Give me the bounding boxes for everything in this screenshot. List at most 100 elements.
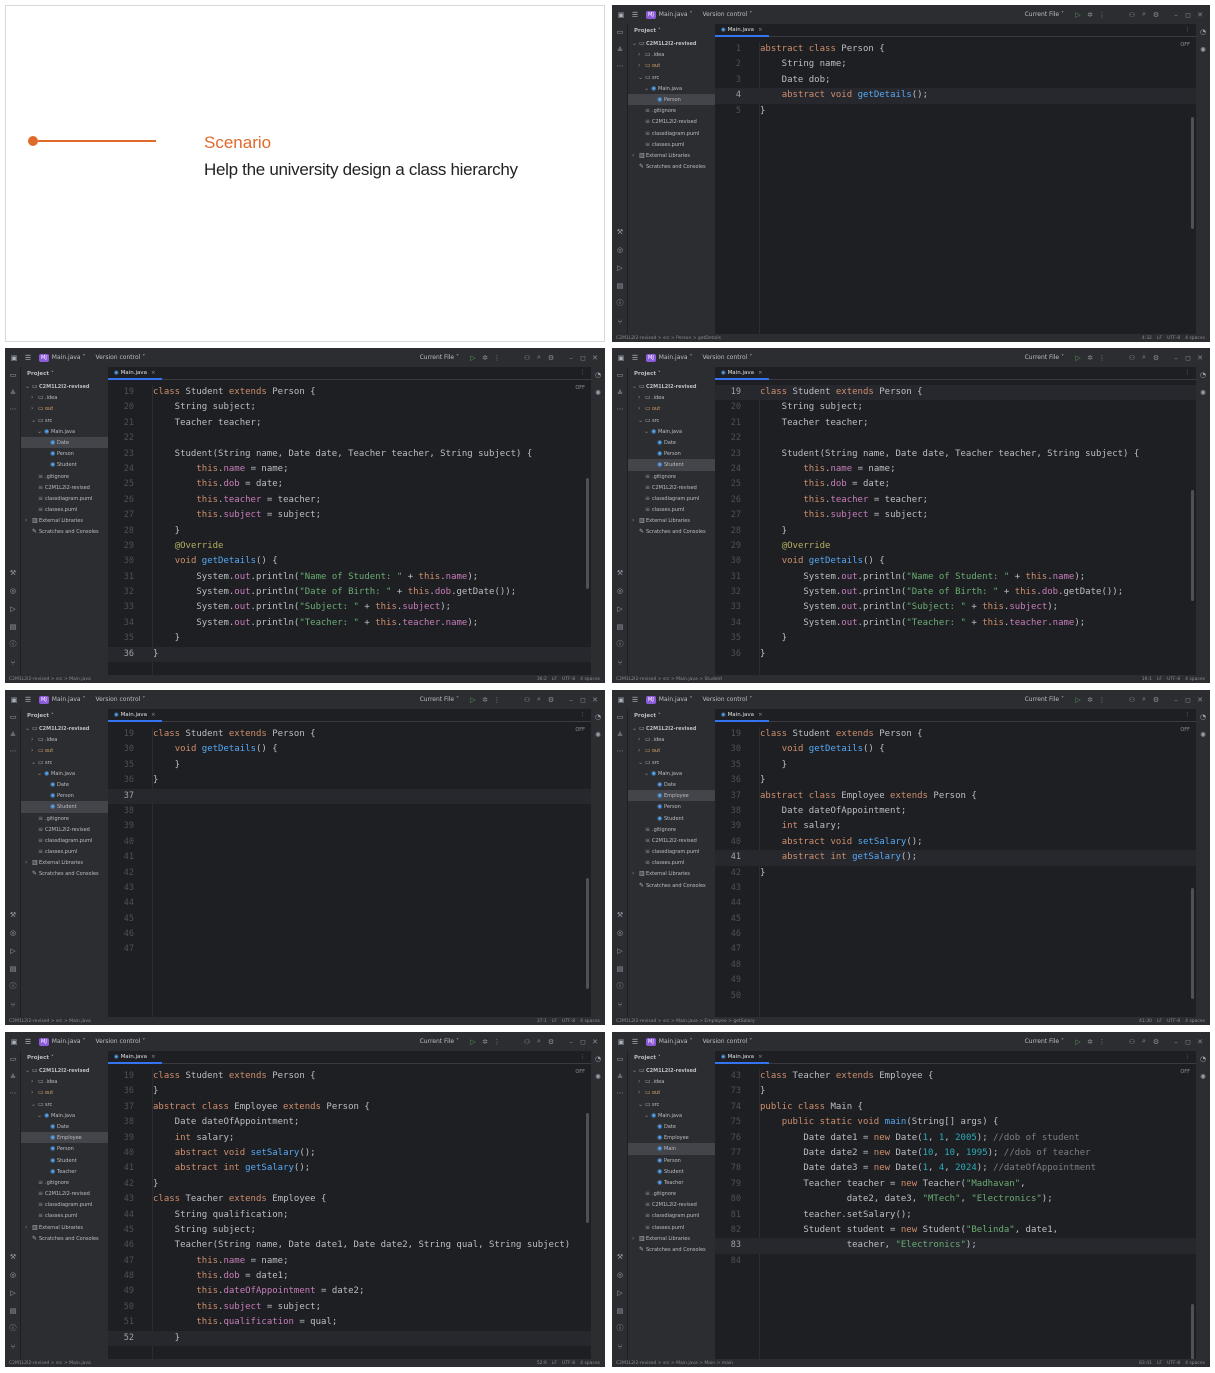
caret-position[interactable]: 41:30 <box>1139 1019 1152 1024</box>
tree-item[interactable]: › ▥External Libraries <box>628 868 715 879</box>
minimize-icon[interactable]: – <box>565 1038 577 1046</box>
code-line[interactable]: 24 this.name = name; <box>715 462 1196 477</box>
tree-item[interactable]: ≡ classes.puml <box>21 504 108 515</box>
profile-icon[interactable]: ⚇ <box>521 696 533 704</box>
code-line[interactable]: 45 <box>715 912 1196 927</box>
code-line[interactable]: 38 Date dateOfAppointment; <box>715 804 1196 819</box>
tree-item[interactable]: ◉ Date <box>628 437 715 448</box>
indent-setting[interactable]: 4 spaces <box>1185 677 1205 682</box>
code-line[interactable]: 48 this.dob = date1; <box>108 1269 591 1284</box>
plugins-icon[interactable]: ◎ <box>5 1271 21 1279</box>
chevron-right-icon[interactable]: › <box>31 1087 38 1098</box>
main-menu-icon[interactable]: ☰ <box>630 1038 640 1046</box>
more-tools-icon[interactable]: ⋯ <box>612 405 628 413</box>
tab-close-icon[interactable]: × <box>151 712 156 718</box>
code-line[interactable]: 1 abstract class Person { <box>715 42 1196 57</box>
main-menu-icon[interactable]: ☰ <box>23 354 33 362</box>
tree-item[interactable]: ◉ Student <box>21 459 108 470</box>
tree-item[interactable]: ◉ Student <box>628 1166 715 1177</box>
tree-item[interactable]: ⌄ ▭C2M1L2I2-revised <box>628 38 715 49</box>
plugins-icon[interactable]: ◎ <box>612 929 628 937</box>
tab-more-icon[interactable]: ⋮ <box>1185 712 1191 718</box>
tab-main-java[interactable]: ◉ Main.java × <box>108 367 162 380</box>
code-line[interactable]: 77 Date date2 = new Date(10, 10, 1995); … <box>715 1146 1196 1161</box>
tree-item[interactable]: ⌄ ▭src <box>21 415 108 426</box>
tree-item[interactable]: ≡ .gitignore <box>628 824 715 835</box>
plugins-icon[interactable]: ◎ <box>612 246 628 254</box>
minimize-icon[interactable]: – <box>565 354 577 362</box>
run-config-selector[interactable]: Current File ˅ <box>1025 354 1064 361</box>
code-line[interactable]: 42} <box>108 1177 591 1192</box>
tree-item[interactable]: ◉ Date <box>628 779 715 790</box>
tree-item[interactable]: › ▥External Libraries <box>628 150 715 161</box>
code-line[interactable]: 40 <box>108 835 591 850</box>
breadcrumb[interactable]: C2M1L2I2-revised > src > Main.java <box>9 677 91 682</box>
minimize-icon[interactable]: – <box>1170 696 1182 704</box>
structure-icon[interactable]: ≗ <box>5 731 21 739</box>
problems-icon[interactable]: ⓘ <box>5 981 21 991</box>
settings-gear-icon[interactable]: ⚙ <box>1150 696 1162 704</box>
indent-setting[interactable]: 4 spaces <box>1185 1361 1205 1366</box>
chevron-down-icon[interactable]: ⌄ <box>644 1110 651 1121</box>
chevron-down-icon[interactable]: ⌄ <box>644 83 651 94</box>
tree-item[interactable]: ⌄ ▭src <box>21 1099 108 1110</box>
folder-icon[interactable]: ▭ <box>5 1055 21 1063</box>
project-badge[interactable]: MJ <box>646 1037 656 1046</box>
code-line[interactable]: 43 class Teacher extends Employee { <box>108 1192 591 1207</box>
chevron-right-icon[interactable]: › <box>25 1222 32 1233</box>
run-tool-icon[interactable]: ▷ <box>5 1289 21 1297</box>
tree-item[interactable]: ≡ .gitignore <box>628 471 715 482</box>
ai-assistant-icon[interactable]: ✺ <box>591 731 605 739</box>
run-tool-icon[interactable]: ▷ <box>5 947 21 955</box>
code-line[interactable]: 47 this.name = name; <box>108 1254 591 1269</box>
tree-item[interactable]: ≡ C2M1L2I2-revised <box>628 482 715 493</box>
more-tools-icon[interactable]: ⋯ <box>5 405 21 413</box>
chevron-down-icon[interactable]: ⌄ <box>638 72 645 83</box>
tab-close-icon[interactable]: × <box>151 1054 156 1060</box>
tree-item[interactable]: ≡ .gitignore <box>21 813 108 824</box>
debug-icon[interactable]: ✲ <box>1084 11 1096 19</box>
code-line[interactable]: 30 void getDetails() { <box>108 554 591 569</box>
code-line[interactable]: 39 int salary; <box>715 819 1196 834</box>
version-control-menu[interactable]: Version control ˅ <box>703 1038 753 1045</box>
profile-icon[interactable]: ⚇ <box>1126 696 1138 704</box>
breadcrumb[interactable]: C2M1L2I2-revised > src > Main.java > Emp… <box>616 1019 755 1024</box>
tree-item[interactable]: ⌄ ▭src <box>628 72 715 83</box>
tree-item[interactable]: ≡ classes.puml <box>628 857 715 868</box>
more-actions-icon[interactable]: ⋮ <box>1096 696 1108 704</box>
code-line[interactable]: 5} <box>715 104 1196 119</box>
code-line[interactable]: 39 int salary; <box>108 1131 591 1146</box>
version-control-menu[interactable]: Version control ˅ <box>703 696 753 703</box>
code-area[interactable]: 19 class Student extends Person {20 Strin… <box>715 385 1196 662</box>
tree-item[interactable]: › ▭out <box>21 745 108 756</box>
more-tools-icon[interactable]: ⋯ <box>612 1089 628 1097</box>
tree-item[interactable]: ◉ Date <box>21 436 108 449</box>
code-line[interactable]: 19 class Student extends Person { <box>715 385 1196 401</box>
chevron-right-icon[interactable]: › <box>25 515 32 526</box>
tree-item[interactable]: ◉ Employee <box>628 1132 715 1143</box>
tab-close-icon[interactable]: × <box>151 370 156 376</box>
tree-item[interactable]: ⌄ ▭src <box>628 415 715 426</box>
tree-item[interactable]: ◉ Date <box>21 779 108 790</box>
file-menu[interactable]: Main.java ˅ <box>659 11 693 18</box>
run-config-selector[interactable]: Current File ˅ <box>420 696 459 703</box>
project-panel-header[interactable]: Project ˅ <box>21 709 108 723</box>
chevron-down-icon[interactable]: ⌄ <box>31 415 38 426</box>
main-menu-icon[interactable]: ☰ <box>630 354 640 362</box>
plugins-icon[interactable]: ◎ <box>612 1271 628 1279</box>
tab-close-icon[interactable]: × <box>758 370 763 376</box>
code-line[interactable]: 49 this.dateOfAppointment = date2; <box>108 1284 591 1299</box>
tree-item[interactable]: ≡ classes.puml <box>628 504 715 515</box>
search-icon[interactable]: ⌕ <box>533 1037 545 1046</box>
tree-item[interactable]: ⌄ ◉ Main.java <box>21 768 108 779</box>
tree-item[interactable]: ≡ C2M1L2I2-revised <box>628 835 715 846</box>
code-line[interactable]: 45 String subject; <box>108 1223 591 1238</box>
code-line[interactable]: 35 } <box>108 758 591 773</box>
line-separator[interactable]: LF <box>552 1019 557 1024</box>
code-line[interactable]: 41 <box>108 850 591 865</box>
git-icon[interactable]: ⑂ <box>612 318 628 326</box>
file-encoding[interactable]: UTF-8 <box>562 1361 575 1366</box>
tree-item[interactable]: ≡ C2M1L2I2-revised <box>628 116 715 127</box>
build-icon[interactable]: ⚒ <box>5 1253 21 1261</box>
code-area[interactable]: 19 class Student extends Person {20 Strin… <box>108 385 591 663</box>
